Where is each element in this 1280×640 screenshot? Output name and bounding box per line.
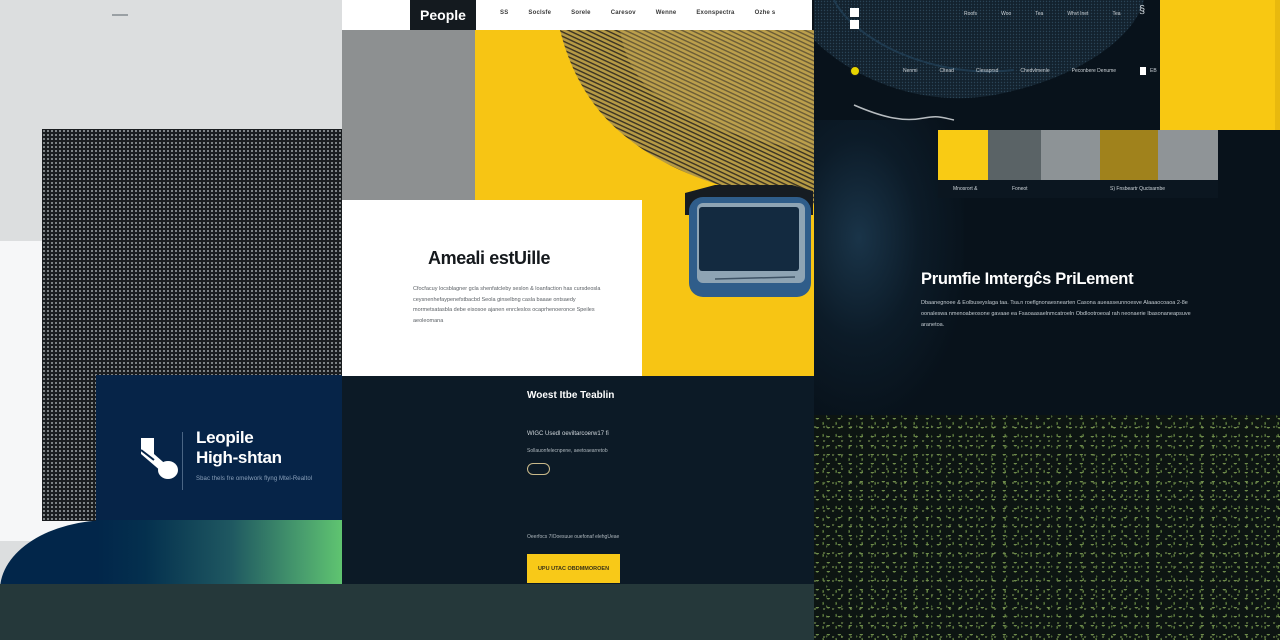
right-nav-item[interactable]: Tea (1035, 11, 1043, 17)
hero-title: Ameali estUille (428, 248, 551, 268)
middle-gray-block (342, 0, 475, 200)
emblem-icon[interactable] (850, 66, 860, 76)
feature-title: Woest Itbe Teablin (527, 390, 615, 401)
cta-button[interactable]: UPU UTAC OBDMMOROEN (527, 554, 620, 583)
leaf-texture-panel (814, 415, 1280, 640)
right-nav-item[interactable]: Roofs (964, 11, 977, 17)
swatch-label: Mnosrort & (953, 186, 978, 192)
brand-title-line2: High-shtan (196, 448, 282, 467)
settings-s-icon[interactable]: § (1139, 4, 1145, 16)
gradient-bar (96, 520, 342, 584)
right-yellow-block (1160, 0, 1280, 130)
hat-image (814, 0, 1144, 121)
right-nav-item[interactable]: Nenmi (903, 68, 917, 74)
toggle-switch[interactable] (527, 463, 550, 475)
right-nav-item[interactable]: Whvt Inet (1067, 11, 1088, 17)
dark-feature-panel (342, 376, 814, 584)
nav-item[interactable]: Ozhe s (755, 10, 776, 16)
color-swatches (938, 130, 1218, 180)
page: Leopile High-shtan Sbac thels fre omelwo… (0, 0, 1280, 640)
swatch-gray[interactable] (1041, 130, 1100, 180)
section-body: Dbaanegnoee & Eolbuseyslaga taa. Tsa.n r… (921, 300, 1191, 328)
brand-title-line1: Leopile (196, 428, 254, 447)
top-nav-menu: SS Soclsfe Sorele Caresov Wenne Exonspec… (500, 10, 775, 16)
right-nav-item[interactable]: Clesaprsd (976, 68, 999, 74)
nav-item[interactable]: Soclsfe (528, 10, 551, 16)
brand-logo-icon (140, 438, 178, 479)
square-icon[interactable] (850, 8, 859, 17)
right-nav-item[interactable]: Tea (1112, 11, 1120, 17)
swatch-label: S) Fnsbeartr Quctsarnbe (1110, 186, 1166, 192)
brand-divider (182, 432, 183, 490)
feature-line: WIGC Usedl oeviltarcoerw17 fi (527, 431, 609, 437)
section-title: Prumfie Imtergĉs PriLement (921, 270, 1134, 288)
menu-dash-icon[interactable] (112, 14, 128, 16)
brand-subtitle: Sbac thels fre omelwork flyng Mtel-Realt… (196, 476, 313, 482)
feature-line: Sollauonfelecnpene, aeetoaearretob (527, 448, 608, 454)
nav-item[interactable]: Sorele (571, 10, 591, 16)
swatch-yellow[interactable] (938, 130, 988, 180)
nav-item[interactable]: Exonspectra (696, 10, 734, 16)
right-nav-item[interactable]: Chedvlmenle (1020, 68, 1049, 74)
device-screen-image (685, 185, 813, 297)
nav-item[interactable]: Wenne (656, 10, 677, 16)
feature-caption: Oeerfocs 7lOoesuue ouefonaf elehgUeae (527, 534, 620, 540)
footer-strip (0, 584, 814, 640)
checkbox-label: EB (1150, 68, 1157, 74)
right-nav-item[interactable]: Cltead (939, 68, 953, 74)
checkbox[interactable] (1140, 67, 1146, 75)
right-second-nav: Nenmi Cltead Clesaprsd Chedvlmenle Pecon… (903, 68, 1116, 74)
right-nav-item[interactable]: Peconbere Denume (1072, 68, 1116, 74)
nav-item[interactable]: SS (500, 10, 508, 16)
right-top-nav: Roofs Woo Tea Whvt Inet Tea (964, 11, 1121, 17)
swatch-slate[interactable] (988, 130, 1041, 180)
swatch-labels: Mnosrort & Foneot S) Fnsbeartr Quctsarnb… (938, 180, 1218, 198)
right-nav-item[interactable]: Woo (1001, 11, 1011, 17)
swatch-light-gray[interactable] (1158, 130, 1218, 180)
brand-title: Leopile High-shtan (196, 428, 282, 468)
hero-body: Cfocfacuy locsblagner gcla shenfatcleby … (413, 286, 601, 324)
swatch-ochre[interactable] (1100, 130, 1158, 180)
square-icon[interactable] (850, 20, 859, 29)
site-logo[interactable]: People (410, 0, 476, 30)
nav-item[interactable]: Caresov (611, 10, 636, 16)
swatch-label: Foneot (1012, 186, 1028, 192)
right-accent-strip (1275, 0, 1280, 130)
